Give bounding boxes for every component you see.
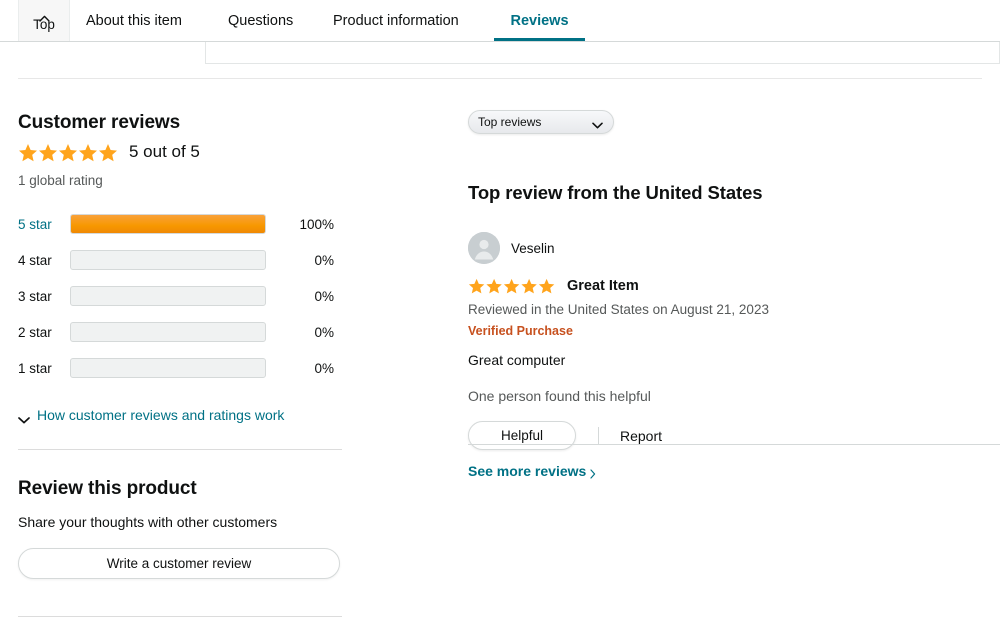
customer-reviews-title: Customer reviews [18,112,181,133]
overall-rating-text: 5 out of 5 [129,142,200,161]
histogram-row-1-star[interactable]: 1 star 0% [18,350,348,386]
tab-reviews-active-underline [494,38,585,41]
chevron-down-icon [18,411,30,424]
user-avatar-icon [468,232,500,264]
left-divider-above-review-product [18,449,342,450]
rating-histogram: 5 star 100% 4 star 0% 3 star 0% 2 star 0… [18,206,348,386]
histogram-fill-5-star [71,215,265,233]
review-author-row: Veselin [468,232,1000,264]
review-this-product-title: Review this product [18,478,197,499]
histogram-label-3-star[interactable]: 3 star [18,289,70,304]
tab-questions-label: Questions [228,12,294,29]
section-divider-top [18,78,982,79]
tab-questions[interactable]: Questions [228,0,293,41]
global-rating-count: 1 global rating [18,173,103,188]
overall-rating-row: 5 out of 5 [18,142,348,162]
histogram-bar-4-star[interactable] [70,250,266,270]
histogram-label-1-star[interactable]: 1 star [18,361,70,376]
section-navigation-tabs: Top About this item Questions Product in… [0,0,1000,42]
write-customer-review-button[interactable]: Write a customer review [18,548,340,579]
chevron-up-icon [38,9,50,22]
review-actions: Helpful Report [468,421,1000,450]
histogram-percent-1-star[interactable]: 0% [282,361,334,376]
see-more-reviews-link[interactable]: See more reviews [468,463,596,479]
review-body-text: Great computer [468,352,566,368]
review-author-name[interactable]: Veselin [511,241,555,256]
histogram-percent-4-star[interactable]: 0% [282,253,334,268]
right-divider-above-see-more [468,444,1000,445]
histogram-percent-2-star[interactable]: 0% [282,325,334,340]
report-link[interactable]: Report [620,428,662,444]
review-metadata: Reviewed in the United States on August … [468,302,769,317]
action-separator [598,427,599,444]
how-reviews-work-link[interactable]: How customer reviews and ratings work [18,407,348,424]
left-divider-bottom [18,616,342,617]
histogram-bar-5-star[interactable] [70,214,266,234]
histogram-bar-2-star[interactable] [70,322,266,342]
review-this-product-section: Review this product Share your thoughts … [18,476,348,579]
chevron-down-icon [592,118,603,129]
reviews-sort-selected-value: Top reviews [478,115,542,129]
tab-reviews[interactable]: Reviews [494,0,585,41]
top-review-heading: Top review from the United States [468,182,763,203]
tab-reviews-label: Reviews [510,12,569,29]
how-reviews-work-label: How customer reviews and ratings work [37,407,285,423]
see-more-reviews-label: See more reviews [468,463,587,479]
histogram-row-3-star[interactable]: 3 star 0% [18,278,348,314]
reviews-list-panel: Top reviews Top review from the United S… [468,110,1000,450]
content-panel-stub [205,42,1000,64]
tab-about-this-item-label: About this item [86,12,182,29]
histogram-row-4-star[interactable]: 4 star 0% [18,242,348,278]
tab-top[interactable]: Top [18,0,70,41]
histogram-percent-5-star[interactable]: 100% [282,217,334,232]
helpful-button[interactable]: Helpful [468,421,576,450]
histogram-bar-3-star[interactable] [70,286,266,306]
histogram-row-5-star[interactable]: 5 star 100% [18,206,348,242]
chevron-right-icon [590,466,596,479]
reviews-page: Top About this item Questions Product in… [0,0,1000,625]
histogram-label-4-star[interactable]: 4 star [18,253,70,268]
histogram-label-2-star[interactable]: 2 star [18,325,70,340]
histogram-label-5-star[interactable]: 5 star [18,217,70,232]
verified-purchase-badge: Verified Purchase [468,324,573,338]
review-this-product-subtitle: Share your thoughts with other customers [18,514,278,530]
review-rating-stars[interactable] [468,278,556,294]
histogram-percent-3-star[interactable]: 0% [282,289,334,304]
tab-about-this-item[interactable]: About this item [86,0,182,41]
tab-top-label: Top [33,17,55,32]
review-title-row: Great Item [468,278,1000,294]
histogram-row-2-star[interactable]: 2 star 0% [18,314,348,350]
tab-product-information[interactable]: Product information [333,0,459,41]
histogram-bar-1-star[interactable] [70,358,266,378]
review-helpful-count: One person found this helpful [468,388,651,404]
reviews-sort-select[interactable]: Top reviews [468,110,614,134]
customer-reviews-summary: Customer reviews 5 out of 5 1 global rat… [18,110,348,424]
tab-product-information-label: Product information [333,12,459,29]
overall-rating-stars[interactable] [18,143,120,162]
review-title[interactable]: Great Item [567,278,639,294]
